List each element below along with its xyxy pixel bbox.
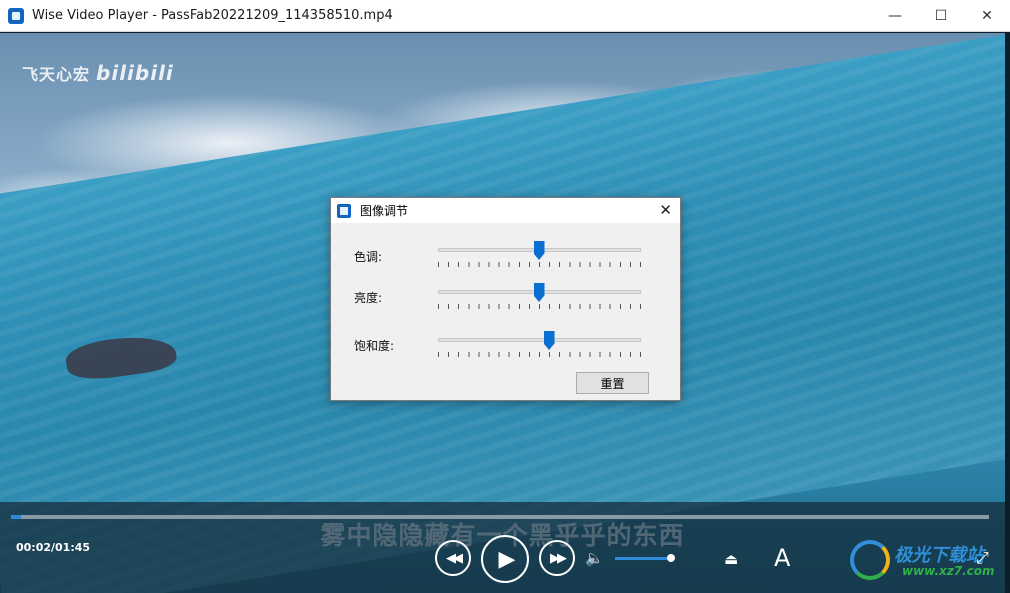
hue-slider[interactable] (438, 241, 641, 260)
brightness-slider-thumb[interactable] (533, 283, 545, 302)
fast-forward-button[interactable]: ▶▶ (539, 540, 575, 576)
play-button[interactable]: ▶ (481, 535, 529, 583)
hue-slider-ticks (438, 262, 641, 267)
play-icon: ▶ (498, 546, 516, 572)
maximize-button[interactable]: ☐ (918, 0, 964, 32)
brightness-slider-ticks (438, 304, 641, 309)
close-icon: ✕ (981, 8, 993, 24)
volume-slider[interactable] (615, 554, 675, 562)
app-logo-icon (8, 7, 24, 24)
dialog-title-bar[interactable]: 图像调节 ✕ (331, 198, 680, 223)
site-logo: 极光下载站 www.xz7.com (850, 538, 995, 582)
watermark-brand: bilibili (96, 61, 174, 85)
reset-button[interactable]: 重置 (576, 372, 649, 394)
player-window: Wise Video Player - PassFab20221209_1143… (0, 0, 1010, 593)
volume-icon[interactable]: 🔈 (585, 549, 604, 567)
title-bar[interactable]: Wise Video Player - PassFab20221209_1143… (0, 0, 1010, 32)
saturation-slider-ticks (438, 352, 641, 357)
saturation-label: 饱和度: (354, 339, 395, 353)
brightness-label: 亮度: (354, 291, 383, 305)
rewind-button[interactable]: ◀◀ (435, 540, 471, 576)
site-logo-icon (850, 540, 890, 580)
fullscreen-icon: ⤢ (976, 548, 989, 567)
fast-forward-icon: ▶▶ (550, 550, 567, 566)
video-watermark: 飞天心宏 bilibili (22, 61, 174, 85)
volume-knob[interactable] (667, 554, 675, 562)
close-button[interactable]: ✕ (964, 0, 1010, 32)
window-title: Wise Video Player - PassFab20221209_1143… (32, 8, 393, 23)
subtitle-button[interactable]: A (774, 544, 790, 572)
dialog-app-icon (337, 203, 351, 218)
hue-slider-thumb[interactable] (533, 241, 545, 260)
volume-fill (615, 557, 671, 560)
fullscreen-button[interactable]: ⤢ (976, 548, 996, 568)
close-icon: ✕ (659, 201, 672, 219)
player-controls: 雾中隐隐藏有一个黑乎乎的东西 00:02/01:45 ◀◀ ▶ ▶▶ 🔈 ⏏ A… (0, 502, 1005, 593)
saturation-slider[interactable] (438, 331, 641, 350)
time-display: 00:02/01:45 (16, 541, 91, 554)
brightness-slider[interactable] (438, 283, 641, 302)
minimize-button[interactable]: — (872, 0, 918, 32)
hue-label: 色调: (354, 250, 383, 264)
image-adjust-dialog: 图像调节 ✕ 色调: 亮度: 饱和度: 重置 (330, 197, 681, 401)
open-file-button[interactable]: ⏏ (724, 550, 738, 568)
eject-icon: ⏏ (724, 550, 739, 568)
rewind-icon: ◀◀ (446, 550, 463, 566)
saturation-slider-thumb[interactable] (543, 331, 555, 350)
maximize-icon: ☐ (934, 8, 948, 24)
dialog-close-button[interactable]: ✕ (659, 201, 672, 219)
minimize-icon: — (888, 8, 902, 24)
dialog-title: 图像调节 (360, 204, 409, 218)
watermark-text: 飞天心宏 (22, 65, 91, 84)
